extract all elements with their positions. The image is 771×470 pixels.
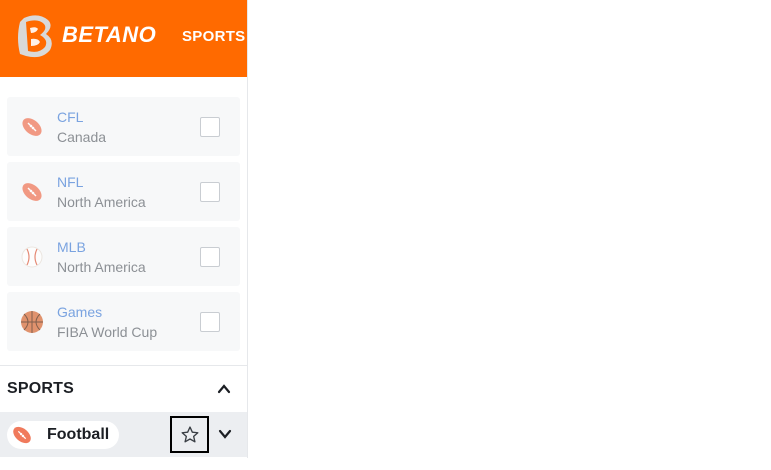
american-football-icon [22,182,42,201]
league-checkbox[interactable] [200,247,220,267]
league-name: Games [57,303,103,320]
league-item[interactable]: MLB North America [7,227,240,286]
star-icon [181,425,198,442]
chevron-down-icon [218,429,232,439]
betano-logo[interactable]: BETANO [16,13,156,61]
favorite-button[interactable] [170,416,209,453]
betano-logo-icon [18,15,52,58]
league-name: NFL [57,173,84,190]
league-list: CFL Canada NFL North America MLB North A… [0,77,247,351]
sidebar: BETANO SPORTS CFL Canada NFL North Ameri… [0,0,248,458]
league-item[interactable]: NFL North America [7,162,240,221]
league-name: CFL [57,108,84,125]
league-region: North America [57,193,146,210]
league-item[interactable]: CFL Canada [7,97,240,156]
sport-label: Football [47,425,110,443]
expand-button[interactable] [216,425,234,443]
sports-section-title: SPORTS [7,380,74,397]
sports-section-header[interactable]: SPORTS [0,366,247,412]
league-region: North America [57,258,146,275]
chevron-up-icon[interactable] [217,382,231,396]
league-checkbox[interactable] [200,182,220,202]
baseball-icon [21,246,43,267]
brand-name: BETANO [62,22,157,47]
league-item[interactable]: Games FIBA World Cup [7,292,240,351]
league-region: Canada [57,128,107,145]
league-name: MLB [57,238,86,255]
american-football-icon [13,426,31,443]
nav-sports-link[interactable]: SPORTS [182,28,245,45]
header: BETANO SPORTS [0,0,247,77]
sport-row-football[interactable]: Football [0,412,247,457]
league-region: FIBA World Cup [57,323,158,340]
league-checkbox[interactable] [200,312,220,332]
american-football-icon [22,117,42,136]
league-checkbox[interactable] [200,117,220,137]
sport-pill[interactable]: Football [7,420,120,449]
basketball-icon [21,310,43,333]
